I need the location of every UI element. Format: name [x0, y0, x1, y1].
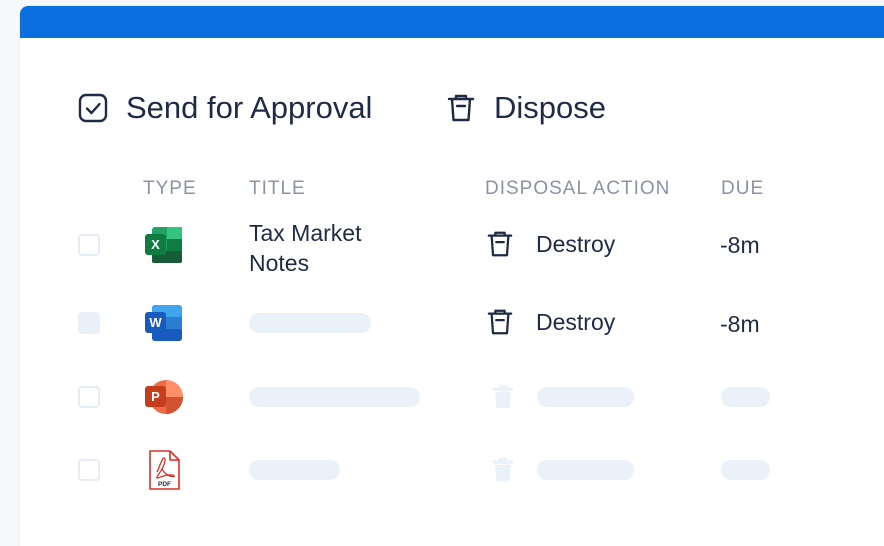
checkbox-check-icon	[78, 93, 108, 123]
dispose-button[interactable]: Dispose	[446, 88, 606, 128]
trash-icon	[487, 231, 513, 257]
send-for-approval-label: Send for Approval	[126, 90, 373, 125]
word-icon: W	[145, 305, 182, 341]
row-title: Tax Market Notes	[249, 218, 449, 278]
disposal-action: Destroy	[486, 227, 615, 261]
disposal-panel: Send for Approval Dispose TYPE TITLE DIS…	[20, 6, 884, 546]
column-header-title[interactable]: TITLE	[249, 178, 306, 200]
due-value: -8m	[720, 232, 760, 258]
top-brand-bar	[20, 6, 884, 38]
trash-icon	[492, 384, 514, 409]
column-header-disposal-action[interactable]: DISPOSAL ACTION	[485, 178, 670, 200]
disposal-action-label: Destroy	[536, 230, 616, 257]
row-title-line: Tax Market	[249, 220, 362, 246]
powerpoint-icon-letter: P	[151, 389, 160, 404]
pdf-icon-label: PDF	[158, 481, 171, 488]
excel-icon: X	[145, 227, 182, 263]
due-value: -8m	[720, 311, 760, 337]
excel-icon-letter: X	[151, 237, 160, 252]
action-placeholder	[537, 460, 634, 480]
send-for-approval-button[interactable]: Send for Approval	[78, 88, 372, 128]
row-checkbox[interactable]	[78, 312, 100, 334]
row-title-line: Notes	[249, 250, 310, 276]
pdf-icon: PDF	[149, 450, 180, 490]
powerpoint-icon: P	[145, 380, 183, 414]
disposal-action: Destroy	[486, 305, 615, 339]
trash-icon	[447, 94, 475, 122]
trash-icon	[487, 309, 513, 335]
row-checkbox[interactable]	[78, 459, 100, 481]
disposal-action-label: Destroy	[536, 308, 616, 335]
word-icon-letter: W	[149, 315, 162, 330]
column-header-due[interactable]: DUE	[721, 178, 764, 200]
trash-icon	[492, 457, 514, 482]
title-placeholder	[249, 313, 371, 333]
row-checkbox[interactable]	[78, 234, 100, 256]
title-placeholder	[249, 460, 340, 480]
due-placeholder	[721, 460, 770, 480]
due-placeholder	[721, 387, 770, 407]
dispose-label: Dispose	[494, 90, 606, 125]
title-placeholder	[249, 387, 420, 407]
column-header-type[interactable]: TYPE	[143, 178, 197, 200]
action-placeholder	[537, 387, 634, 407]
row-checkbox[interactable]	[78, 386, 100, 408]
